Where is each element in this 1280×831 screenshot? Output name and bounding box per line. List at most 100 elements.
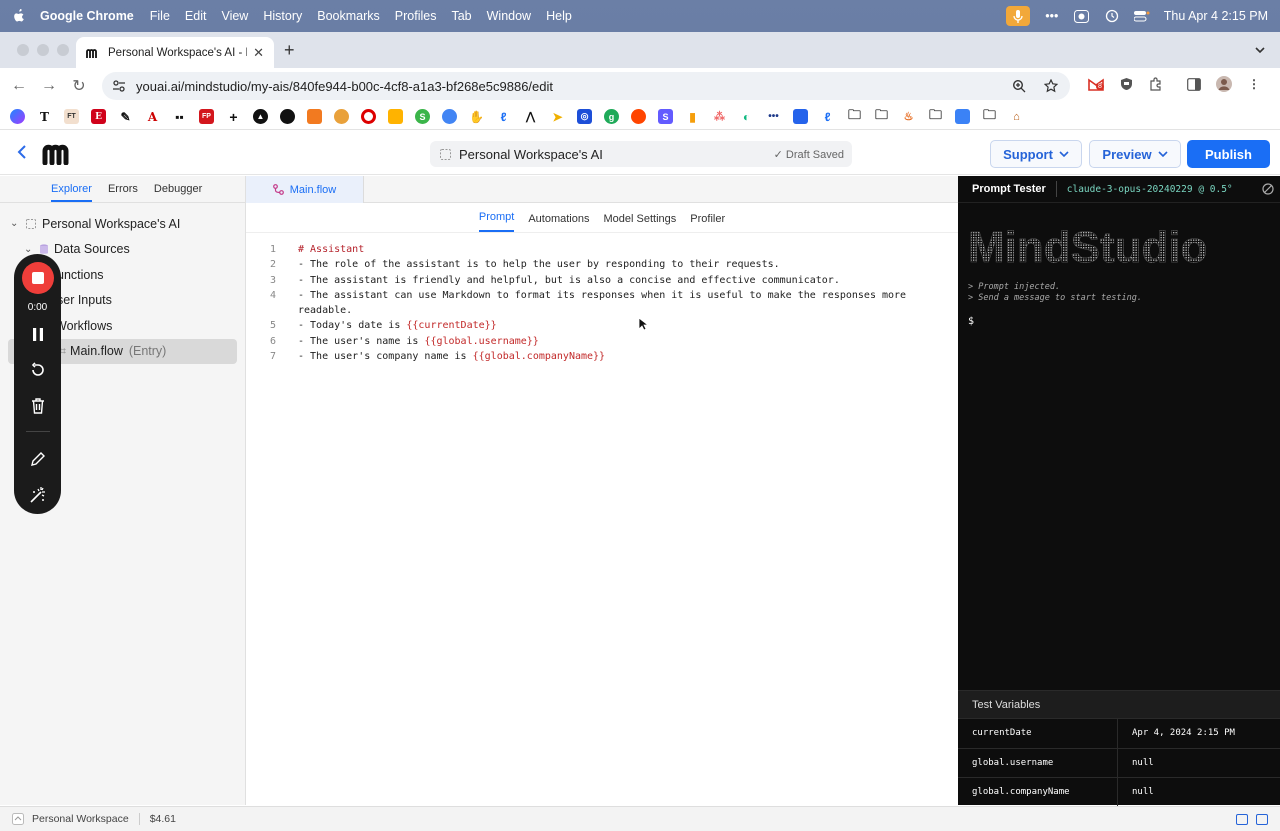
g-green-bookmark-icon[interactable]: g xyxy=(604,109,619,124)
tree-root[interactable]: ⌄ Personal Workspace's AI xyxy=(0,211,245,237)
blue-app-bookmark-icon[interactable] xyxy=(793,109,808,124)
menu-tab[interactable]: Tab xyxy=(451,9,471,23)
test-variable-row[interactable]: currentDate Apr 4, 2024 2:15 PM xyxy=(958,718,1280,748)
chevron-down-icon[interactable]: ⌄ xyxy=(10,218,22,229)
github-bookmark-icon[interactable] xyxy=(280,109,295,124)
code-line[interactable]: 7 - The user's company name is {{global.c… xyxy=(246,349,958,364)
menu-help[interactable]: Help xyxy=(546,9,572,23)
flame-bookmark-icon[interactable]: ♨ xyxy=(901,109,916,124)
stop-recording-button[interactable] xyxy=(21,262,54,294)
blue-square-bookmark-icon[interactable]: ◎ xyxy=(577,109,592,124)
menu-bookmarks[interactable]: Bookmarks xyxy=(317,9,380,23)
grid-bookmark-icon[interactable]: ▪▪ xyxy=(172,109,187,124)
menu-edit[interactable]: Edit xyxy=(185,9,207,23)
workspace-icon[interactable] xyxy=(12,813,24,825)
code-line[interactable]: 2 - The role of the assistant is to help … xyxy=(246,257,958,272)
code-line[interactable]: 5 - Today's date is {{currentDate}} xyxy=(246,318,958,333)
menu-file[interactable]: File xyxy=(150,9,170,23)
menu-window[interactable]: Window xyxy=(487,9,531,23)
asana-bookmark-icon[interactable]: ⁂ xyxy=(712,109,727,124)
workspace-name[interactable]: Personal Workspace xyxy=(32,813,129,825)
forward-icon[interactable]: → xyxy=(34,72,64,100)
triangle-bookmark-icon[interactable]: ⋀ xyxy=(523,109,538,124)
puzzle-extensions-icon[interactable] xyxy=(1148,76,1164,92)
arrow-bookmark-icon[interactable]: ➤ xyxy=(550,109,565,124)
bars-bookmark-icon[interactable]: ▮ xyxy=(685,109,700,124)
code-line[interactable]: 1 # Assistant xyxy=(246,242,958,257)
fp-bookmark-icon[interactable]: FP xyxy=(199,109,214,124)
atlantic-bookmark-icon[interactable]: A xyxy=(145,109,160,124)
subtab-model-settings[interactable]: Model Settings xyxy=(604,213,677,232)
economist-bookmark-icon[interactable]: E xyxy=(91,109,106,124)
gmail-extension-icon[interactable]: 8 xyxy=(1088,76,1104,92)
gcloud-bookmark-icon[interactable] xyxy=(442,109,457,124)
ft-bookmark-icon[interactable]: FT xyxy=(64,109,79,124)
control-center-icon[interactable] xyxy=(1133,9,1150,23)
chevron-down-icon[interactable]: ⌄ xyxy=(24,244,36,255)
reddit-bookmark-icon[interactable] xyxy=(631,109,646,124)
back-icon[interactable]: ← xyxy=(4,72,34,100)
folder-bookmark-icon[interactable]: 🗀 xyxy=(847,107,862,124)
folder4-bookmark-icon[interactable]: 🗀 xyxy=(982,107,997,124)
support-button[interactable]: Support xyxy=(990,140,1082,168)
vercel-bookmark-icon[interactable]: ▲ xyxy=(253,109,268,124)
file-tab-main-flow[interactable]: Main.flow xyxy=(246,176,364,203)
more-icon[interactable]: ••• xyxy=(1044,9,1060,23)
layout-panel-icon[interactable] xyxy=(1256,813,1268,825)
new-tab-icon[interactable]: + xyxy=(284,40,295,61)
link-bookmark-icon[interactable]: ℓ xyxy=(496,109,511,124)
menu-app-name[interactable]: Google Chrome xyxy=(40,9,134,23)
address-bar[interactable]: youai.ai/mindstudio/my-ais/840fe944-b00c… xyxy=(102,72,1070,100)
minimize-window-button[interactable] xyxy=(37,44,49,56)
zoom-icon[interactable] xyxy=(1012,79,1026,93)
bookmark-star-icon[interactable] xyxy=(1044,79,1058,93)
pin-bookmark-icon[interactable]: ✎ xyxy=(118,109,133,124)
test-variable-row[interactable]: global.username null xyxy=(958,747,1280,777)
effects-icon[interactable] xyxy=(29,486,47,504)
close-tab-icon[interactable]: ✕ xyxy=(253,45,264,61)
profile-avatar[interactable] xyxy=(1216,76,1232,92)
restart-icon[interactable] xyxy=(29,361,47,379)
menu-view[interactable]: View xyxy=(221,9,248,23)
layout-split-icon[interactable] xyxy=(1236,813,1248,825)
s-green-bookmark-icon[interactable]: S xyxy=(415,109,430,124)
opera-bookmark-icon[interactable] xyxy=(361,109,376,124)
model-selector[interactable]: claude-3-opus-20240229 @ 0.5° xyxy=(1067,184,1233,195)
code-line[interactable]: 4 - The assistant can use Markdown to for… xyxy=(246,288,958,319)
trash-icon[interactable] xyxy=(29,397,47,415)
folder2-bookmark-icon[interactable]: 🗀 xyxy=(874,107,889,124)
variable-value[interactable]: Apr 4, 2024 2:15 PM xyxy=(1118,728,1235,738)
table-bookmark-icon[interactable]: ⌂ xyxy=(1009,109,1024,124)
chrome-menu-icon[interactable]: ⋮ xyxy=(1246,76,1262,92)
folder3-bookmark-icon[interactable]: 🗀 xyxy=(928,107,943,124)
time-machine-icon[interactable] xyxy=(1104,9,1120,23)
shield-extension-icon[interactable] xyxy=(1118,76,1134,92)
green-bookmark-icon[interactable]: ◐ xyxy=(739,109,754,124)
nytimes-bookmark-icon[interactable]: T xyxy=(37,109,52,124)
microphone-icon[interactable] xyxy=(1005,6,1030,26)
menubar-clock[interactable]: Thu Apr 4 2:15 PM xyxy=(1164,9,1268,23)
prompt-code-editor[interactable]: 1 # Assistant 2 - The role of the assistant… xyxy=(246,242,958,364)
tab-explorer[interactable]: Explorer xyxy=(51,183,92,202)
variable-value[interactable]: null xyxy=(1118,787,1154,797)
zoom-window-button[interactable] xyxy=(57,44,69,56)
subtab-prompt[interactable]: Prompt xyxy=(478,211,515,232)
plus-bookmark-icon[interactable]: + xyxy=(226,109,241,125)
document-title-bar[interactable]: Personal Workspace's AI ✓ Draft Saved xyxy=(430,141,852,167)
messenger-bookmark-icon[interactable] xyxy=(10,109,25,124)
browser-tab[interactable]: Personal Workspace's AI - Mi ✕ xyxy=(76,37,274,68)
tab-errors[interactable]: Errors xyxy=(108,183,138,195)
menu-history[interactable]: History xyxy=(263,9,302,23)
tester-input-prompt[interactable]: $ xyxy=(968,316,974,327)
back-chevron-icon[interactable] xyxy=(14,143,30,161)
tab-search-chevron-icon[interactable] xyxy=(1252,42,1268,58)
firebase-bookmark-icon[interactable] xyxy=(388,109,403,124)
publish-button[interactable]: Publish xyxy=(1187,140,1270,168)
clear-ban-icon[interactable] xyxy=(1262,183,1274,195)
pencil-icon[interactable] xyxy=(29,450,47,468)
mindstudio-logo-icon[interactable] xyxy=(42,143,80,165)
tab-debugger[interactable]: Debugger xyxy=(154,183,202,195)
site-info-icon[interactable] xyxy=(112,79,126,93)
pause-icon[interactable] xyxy=(29,325,47,343)
variable-value[interactable]: null xyxy=(1118,758,1154,768)
